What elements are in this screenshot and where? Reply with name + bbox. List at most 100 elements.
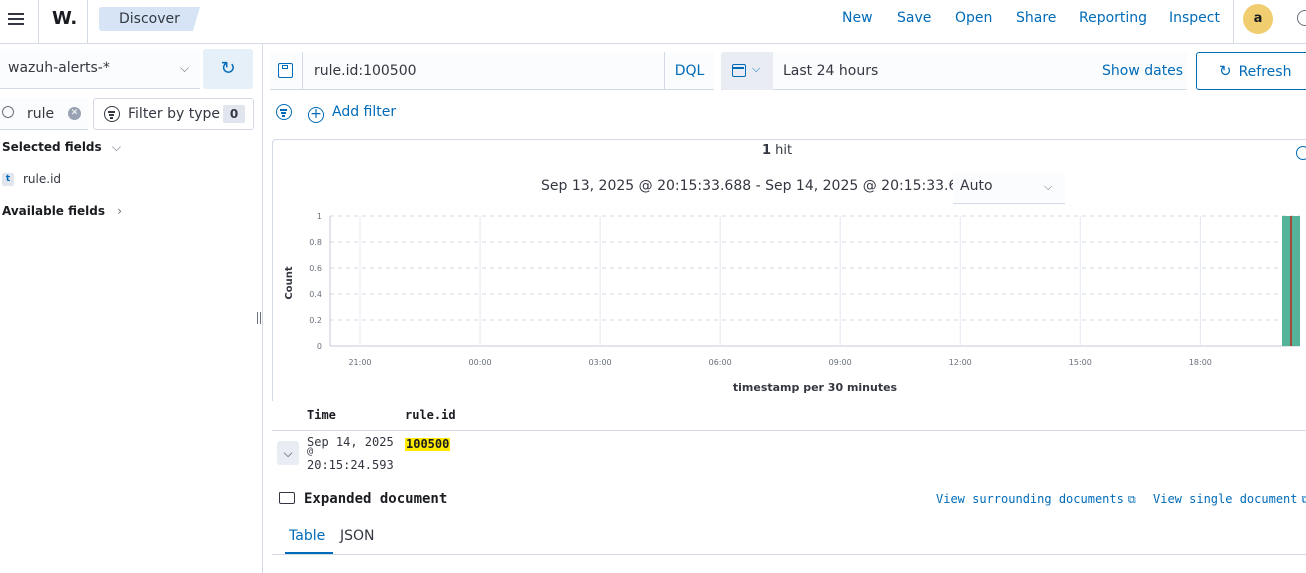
filter-count-badge: 0 [223, 105, 245, 123]
x-tick-label: 03:00 [589, 358, 612, 367]
y-tick-label: 0.4 [309, 290, 322, 299]
header-divider [87, 0, 88, 44]
y-tick-label: 0.6 [309, 264, 322, 273]
filter-by-type-button[interactable]: Filter by type 0 [93, 98, 254, 130]
index-pattern-select[interactable]: wazuh-alerts-* ⌵ [0, 49, 200, 89]
field-sidebar: wazuh-alerts-* ⌵ ↻ rule ✕ Filter by type… [0, 44, 262, 573]
time-at: @ [307, 446, 314, 457]
x-tick-label: 06:00 [709, 358, 732, 367]
chevron-down-icon: ⌵ [180, 61, 190, 75]
filter-by-type-label: Filter by type [128, 106, 221, 122]
x-axis-label: timestamp per 30 minutes [733, 381, 898, 394]
x-tick-label: 00:00 [469, 358, 492, 367]
x-tick-label: 12:00 [949, 358, 972, 367]
save-button[interactable]: Save [897, 10, 931, 26]
help-icon[interactable] [1297, 10, 1306, 26]
chevron-down-icon: ⌵ [111, 140, 121, 154]
external-link-icon: ⧉ [1301, 493, 1306, 506]
table-cell-rule-id: 100500 [405, 437, 451, 451]
tab-json[interactable]: JSON [340, 528, 375, 544]
expand-row-button[interactable]: ⌵ [277, 441, 299, 465]
date-picker[interactable]: ⌵ Last 24 hours Show dates [721, 52, 1187, 90]
view-surrounding-documents-link[interactable]: View surrounding documents ⧉ [936, 492, 1136, 507]
histogram-time-range: Sep 13, 2025 @ 20:15:33.688 - Sep 14, 20… [541, 178, 1003, 194]
sidebar-divider [262, 44, 263, 573]
tab-table[interactable]: Table [289, 528, 325, 544]
interval-value: Auto [960, 178, 993, 194]
column-header-rule-id[interactable]: rule.id [405, 408, 456, 422]
chart-bars [1282, 216, 1300, 346]
refresh-icon: ↻ [220, 58, 236, 79]
available-fields-toggle[interactable]: Available fields › [2, 204, 122, 218]
save-query-icon[interactable] [278, 63, 293, 78]
chevron-down-icon: ⌵ [283, 446, 293, 460]
y-axis-ticks: 0 0.2 0.4 0.6 0.8 1 [309, 212, 322, 351]
view-single-document-link[interactable]: View single document ⧉ [1153, 492, 1306, 507]
user-avatar[interactable]: a [1243, 4, 1273, 34]
time-date: Sep 14, 2025 [307, 435, 394, 449]
calendar-icon [732, 64, 746, 77]
chevron-right-icon: › [117, 204, 123, 218]
chevron-down-icon: ⌵ [1044, 180, 1053, 193]
refresh-label: Refresh [1238, 64, 1292, 80]
surrounding-link-label: View surrounding documents [936, 492, 1124, 506]
header-divider [1233, 0, 1234, 44]
reporting-button[interactable]: Reporting [1079, 10, 1147, 26]
add-filter-label: Add filter [332, 104, 397, 120]
share-button[interactable]: Share [1016, 10, 1056, 26]
add-filter-button[interactable]: + Add filter [308, 104, 396, 123]
query-divider [302, 52, 303, 90]
plus-circle-icon: + [308, 107, 324, 123]
x-axis-ticks: 21:00 00:00 03:00 06:00 09:00 12:00 15:00 18:00 [348, 358, 1211, 367]
x-tick-label: 18:00 [1189, 358, 1212, 367]
query-input[interactable]: rule.id:100500 DQL [270, 52, 714, 90]
tabs-divider [272, 554, 1306, 555]
x-tick-label: 09:00 [829, 358, 852, 367]
field-item-rule-id[interactable]: t rule.id [2, 170, 252, 190]
top-header: W. Discover New Save Open Share Reportin… [0, 0, 1306, 44]
quick-menu-button[interactable]: ⌵ [721, 52, 773, 90]
selected-fields-toggle[interactable]: Selected fields ⌵ [2, 140, 121, 155]
table-cell-time: Sep 14, 2025 @ 20:15:24.593 [307, 435, 399, 472]
inspect-button[interactable]: Inspect [1169, 10, 1220, 26]
date-range-value: Last 24 hours [783, 63, 879, 79]
menu-icon[interactable] [6, 8, 28, 30]
refresh-button[interactable]: ↻ Refresh [1196, 52, 1306, 90]
single-link-label: View single document [1153, 492, 1298, 506]
query-language-button[interactable]: DQL [664, 52, 714, 90]
new-button[interactable]: New [842, 10, 873, 26]
hits-number: 1 [762, 143, 772, 158]
external-link-icon: ⧉ [1127, 493, 1136, 506]
x-tick-label: 21:00 [348, 358, 371, 367]
breadcrumb-discover[interactable]: Discover [99, 7, 200, 31]
show-dates-link[interactable]: Show dates [1102, 63, 1183, 79]
hits-count: 1 hit [762, 143, 792, 158]
field-search-value: rule [27, 106, 55, 122]
field-name: rule.id [23, 172, 62, 186]
hits-suffix: hit [771, 143, 793, 158]
refresh-index-button[interactable]: ↻ [203, 49, 253, 89]
y-tick-label: 1 [317, 212, 322, 221]
histogram-chart: 0 0.2 0.4 0.6 0.8 1 21:00 00:00 03:00 06:00 09:00… [284, 212, 1300, 394]
available-fields-heading: Available fields [2, 204, 106, 218]
chevron-down-icon: ⌵ [752, 62, 761, 75]
filter-menu-icon[interactable] [276, 104, 292, 120]
index-pattern-value: wazuh-alerts-* [8, 60, 110, 76]
interval-select[interactable]: Auto ⌵ [953, 172, 1065, 204]
open-button[interactable]: Open [955, 10, 992, 26]
expanded-document-heading: Expanded document [304, 491, 448, 507]
y-tick-label: 0 [317, 342, 322, 351]
app-logo[interactable]: W. [52, 8, 77, 29]
column-header-time[interactable]: Time [307, 408, 336, 422]
selected-fields-heading: Selected fields [2, 140, 102, 154]
clear-icon[interactable]: ✕ [68, 107, 81, 120]
x-tick-label: 15:00 [1069, 358, 1092, 367]
filter-icon [104, 106, 120, 122]
y-axis-label: Count [284, 266, 295, 299]
refresh-icon: ↻ [1219, 62, 1232, 80]
header-divider [38, 0, 39, 44]
field-search-input[interactable]: rule ✕ [0, 98, 88, 130]
y-tick-label: 0.2 [309, 316, 322, 325]
time-clock: 20:15:24.593 [307, 458, 394, 472]
gear-icon[interactable] [1296, 146, 1306, 160]
